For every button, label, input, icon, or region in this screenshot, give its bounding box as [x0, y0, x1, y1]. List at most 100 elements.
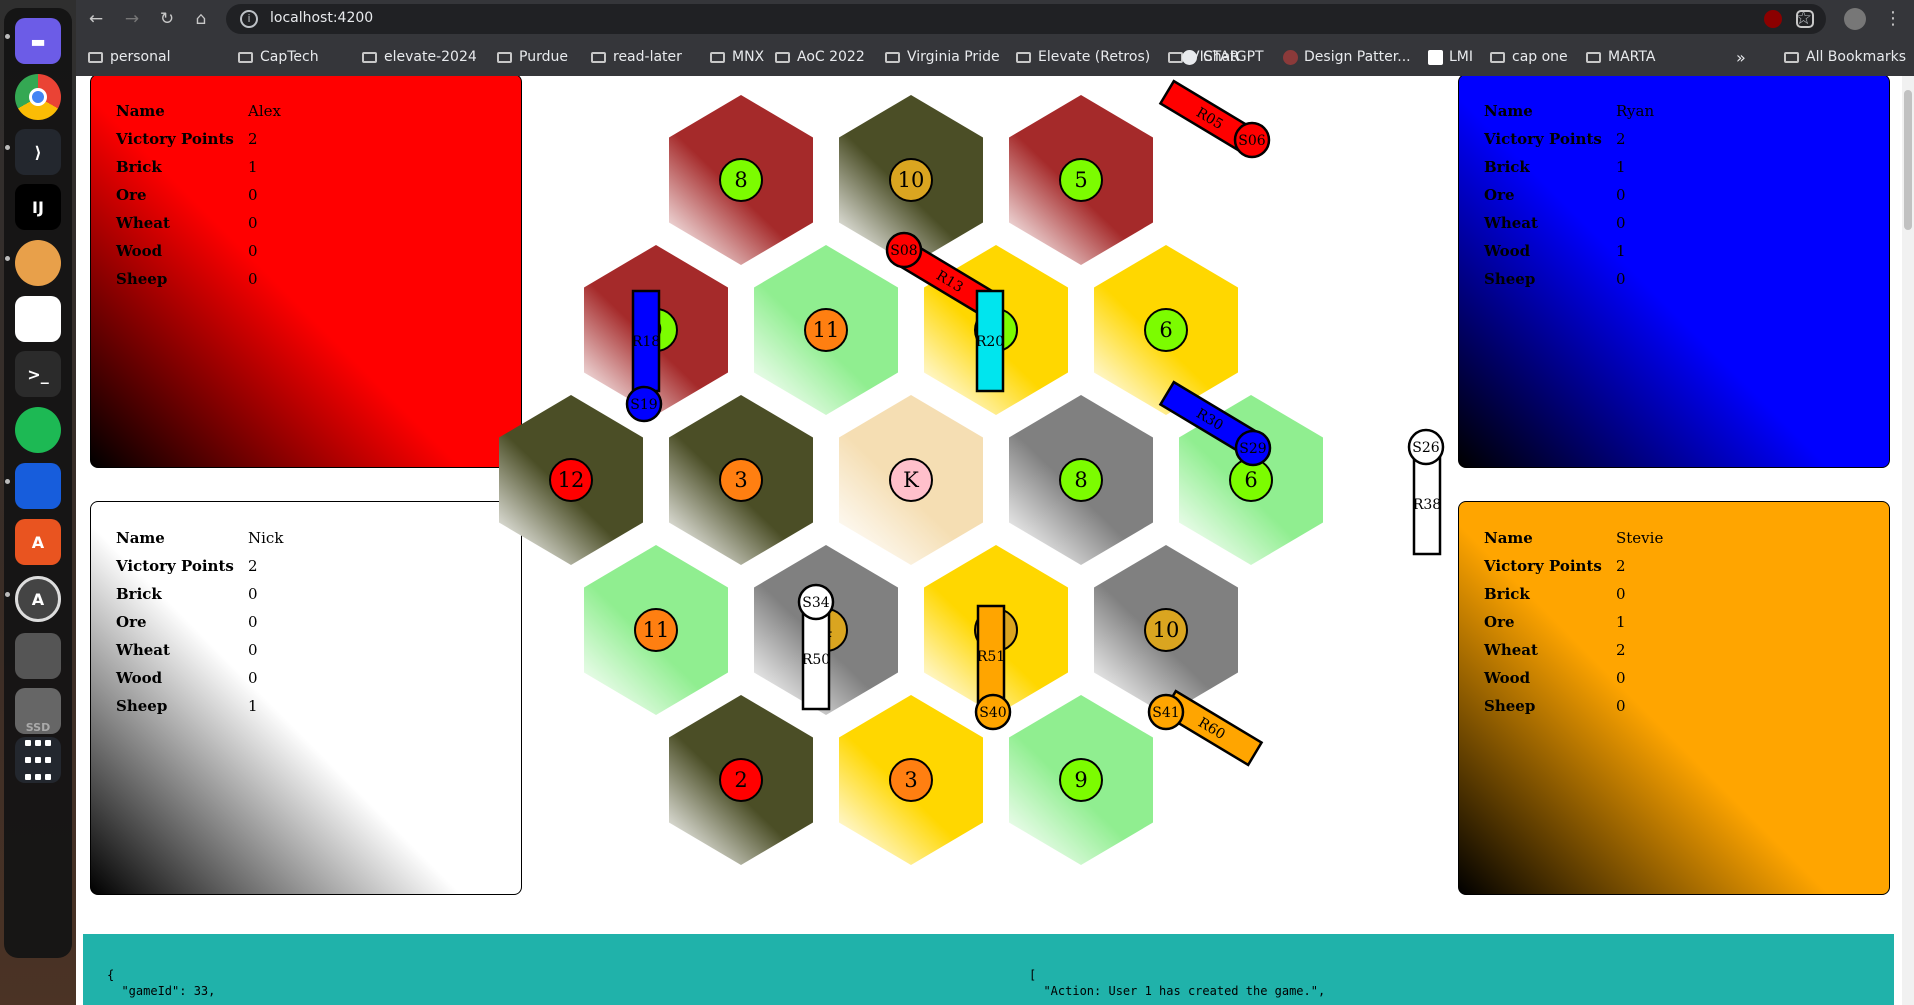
hex-tile-wood[interactable]: 2: [669, 695, 813, 865]
chrome-icon[interactable]: [15, 74, 61, 120]
reload-icon[interactable]: ↻: [155, 7, 179, 31]
settlement-s40[interactable]: S40: [974, 693, 1012, 731]
folder-icon: [497, 51, 512, 63]
road-r38[interactable]: R38: [1412, 452, 1442, 556]
settlement-s41[interactable]: S41: [1147, 693, 1185, 731]
site-favicon-icon: [1182, 49, 1197, 65]
address-bar[interactable]: i localhost:4200 ☆: [226, 4, 1826, 34]
ublock-extension-icon[interactable]: [1764, 10, 1782, 28]
hex-tile-wheat[interactable]: 3: [839, 695, 983, 865]
bookmark-label: read-later: [613, 49, 682, 65]
bitwarden-icon[interactable]: [15, 463, 61, 509]
usb-icon[interactable]: [15, 633, 61, 679]
bookmark-label: elevate-2024: [384, 49, 477, 65]
bookmark-label: CapTech: [260, 49, 319, 65]
settlement-s29[interactable]: S29: [1234, 429, 1272, 467]
settlement-s08[interactable]: S08: [885, 231, 923, 269]
browser-chrome: ← → ↻ ⌂ i localhost:4200 ☆ ⋮ personal Cap…: [76, 0, 1914, 76]
bookmark-read-later[interactable]: read-later: [591, 46, 682, 68]
software-updater-icon[interactable]: A: [15, 576, 61, 622]
settlement-s26[interactable]: S26: [1407, 428, 1445, 466]
forward-icon[interactable]: →: [120, 7, 144, 31]
bookmark-virginia-pride[interactable]: Virginia Pride: [885, 46, 1000, 68]
hex-tile-ore[interactable]: 8: [1009, 395, 1153, 565]
bookmark-elevate-retros[interactable]: Elevate (Retros): [1016, 46, 1150, 68]
bookmark-lmi[interactable]: LMI: [1428, 46, 1473, 68]
site-favicon-icon: [1428, 49, 1443, 65]
bookmark-label: cap one: [1512, 49, 1568, 65]
bookmark-aoc-2022[interactable]: AoC 2022: [775, 46, 865, 68]
extensions-puzzle-icon[interactable]: [1796, 10, 1814, 28]
road-label: R18: [632, 334, 660, 350]
settlement-s34[interactable]: S34: [797, 583, 835, 621]
hex-tile-desert[interactable]: K: [839, 395, 983, 565]
intellij-icon[interactable]: IJ: [15, 184, 61, 230]
number-token-label: 6: [1244, 468, 1257, 492]
number-token-label: 3: [904, 768, 917, 792]
bookmark-purdue[interactable]: Purdue: [497, 46, 568, 68]
site-info-icon[interactable]: i: [240, 10, 258, 28]
folder-icon: [362, 51, 377, 63]
hex-tile-ore[interactable]: 10: [1094, 545, 1238, 715]
road-r18[interactable]: R18: [631, 289, 661, 393]
kebab-menu-icon[interactable]: ⋮: [1881, 7, 1905, 31]
page-scrollbar[interactable]: [1902, 76, 1914, 1005]
bookmark-design-patter[interactable]: Design Patter...: [1283, 46, 1411, 68]
road-r50[interactable]: R50: [801, 607, 831, 711]
hex-tile-brick[interactable]: 5: [1009, 95, 1153, 265]
number-token-label: 10: [1153, 618, 1180, 642]
hex-tile-brick[interactable]: 8: [669, 95, 813, 265]
settlement-s19[interactable]: S19: [625, 385, 663, 423]
hex-tile-sheep[interactable]: 11: [584, 545, 728, 715]
url-text[interactable]: localhost:4200: [270, 10, 373, 26]
road-r51[interactable]: R51: [976, 604, 1006, 708]
hex-tile-wood[interactable]: 3: [669, 395, 813, 565]
bookmark-elevate-2024[interactable]: elevate-2024: [362, 46, 477, 68]
bookmark-captech[interactable]: CapTech: [238, 46, 319, 68]
gimp-icon[interactable]: [15, 296, 61, 342]
back-icon[interactable]: ←: [84, 7, 108, 31]
vscode-icon[interactable]: ⟩: [15, 129, 61, 175]
road-r20[interactable]: R20: [975, 289, 1005, 393]
bookmark-label: MNX: [732, 49, 765, 65]
number-token-label: 11: [643, 618, 670, 642]
bookmark-label: AoC 2022: [797, 49, 865, 65]
navigation-bar: ← → ↻ ⌂ i localhost:4200 ☆ ⋮: [76, 0, 1914, 38]
bookmark-cap-one[interactable]: cap one: [1490, 46, 1568, 68]
scrollbar-thumb[interactable]: [1904, 90, 1912, 230]
hex-tile-sheep[interactable]: 9: [1009, 695, 1153, 865]
bookmark-label: Design Patter...: [1304, 49, 1411, 65]
profile-avatar[interactable]: [1844, 8, 1866, 30]
bookmark-label: Elevate (Retros): [1038, 49, 1151, 65]
settlement-label: S29: [1239, 441, 1266, 457]
bookmark-personal[interactable]: personal: [88, 46, 170, 68]
hex-tile-wheat[interactable]: 6: [1094, 245, 1238, 415]
running-indicator: [5, 145, 10, 150]
bookmark-marta[interactable]: MARTA: [1586, 46, 1655, 68]
home-icon[interactable]: ⌂: [189, 7, 213, 31]
files-icon[interactable]: ▬: [15, 18, 61, 64]
all-bookmarks-button[interactable]: All Bookmarks: [1784, 46, 1906, 68]
bookmarks-overflow-button[interactable]: »: [1736, 46, 1746, 68]
number-token-label: 2: [734, 768, 747, 792]
bookmark-mnx[interactable]: MNX: [710, 46, 764, 68]
number-token-label: 9: [1074, 768, 1087, 792]
app-center-icon[interactable]: A: [15, 519, 61, 565]
spotify-icon[interactable]: [15, 407, 61, 453]
number-token-label: 5: [1074, 168, 1087, 192]
settlement-label: S34: [802, 595, 829, 611]
bookmark-label: MARTA: [1608, 49, 1656, 65]
hex-tile-wood[interactable]: 12: [499, 395, 643, 565]
settlement-s06[interactable]: S06: [1233, 121, 1271, 159]
app-grid-icon[interactable]: [15, 737, 61, 783]
bookmark-chatgpt[interactable]: ChatGPT: [1182, 46, 1264, 68]
all-bookmarks-label: All Bookmarks: [1806, 49, 1907, 65]
dog-icon[interactable]: [15, 240, 61, 286]
number-token-label: 11: [813, 318, 840, 342]
ssd-icon[interactable]: SSD: [15, 688, 61, 734]
bookmark-label: Purdue: [519, 49, 568, 65]
game-board[interactable]: 810591156123K86114410239 R05R13R18R20R30…: [76, 76, 1914, 1005]
number-token-label: 3: [734, 468, 747, 492]
hex-tile-sheep[interactable]: 11: [754, 245, 898, 415]
terminal-icon[interactable]: >_: [15, 351, 61, 397]
